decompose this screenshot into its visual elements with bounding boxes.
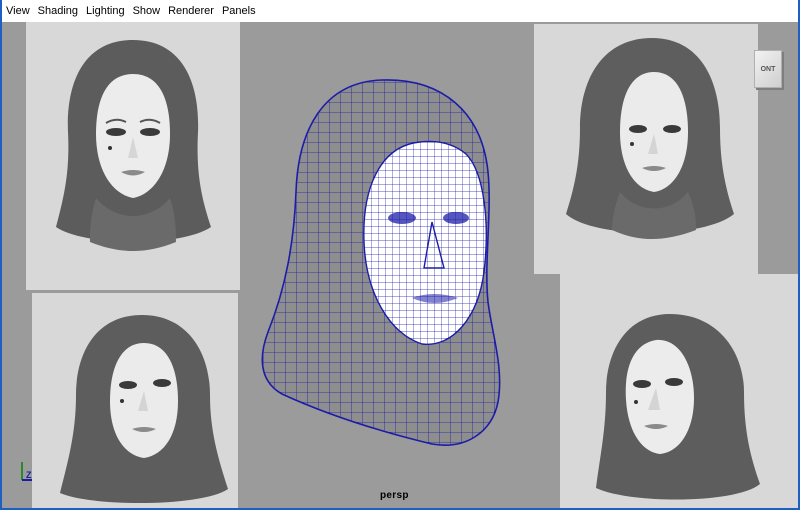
menu-renderer[interactable]: Renderer	[164, 0, 218, 22]
viewcube-label: ONT	[760, 65, 776, 73]
viewcube-icon[interactable]: ONT	[754, 50, 782, 88]
camera-label: persp	[380, 490, 409, 501]
menu-show[interactable]: Show	[129, 0, 165, 22]
perspective-viewport[interactable]: ONT Z persp	[2, 22, 798, 508]
render-three-quarter-top-right	[534, 24, 758, 274]
menu-lighting[interactable]: Lighting	[82, 0, 129, 22]
render-side-bottom-right	[560, 274, 798, 508]
menu-panels[interactable]: Panels	[218, 0, 260, 22]
render-side-image	[596, 314, 760, 500]
wireframe-head-model[interactable]	[252, 72, 522, 477]
axis-gizmo-icon: Z	[18, 458, 34, 486]
render-low-angle-image	[60, 315, 228, 504]
render-front-top-left	[26, 22, 240, 290]
wireframe-mesh	[261, 79, 501, 446]
render-three-quarter-image	[566, 38, 734, 239]
menu-shading[interactable]: Shading	[34, 0, 82, 22]
viewport-menubar: View Shading Lighting Show Renderer Pane…	[2, 0, 798, 23]
menu-view[interactable]: View	[2, 0, 34, 22]
render-low-angle-bottom-left	[32, 293, 238, 508]
render-front-image	[56, 40, 211, 251]
axis-label: Z	[26, 470, 32, 480]
